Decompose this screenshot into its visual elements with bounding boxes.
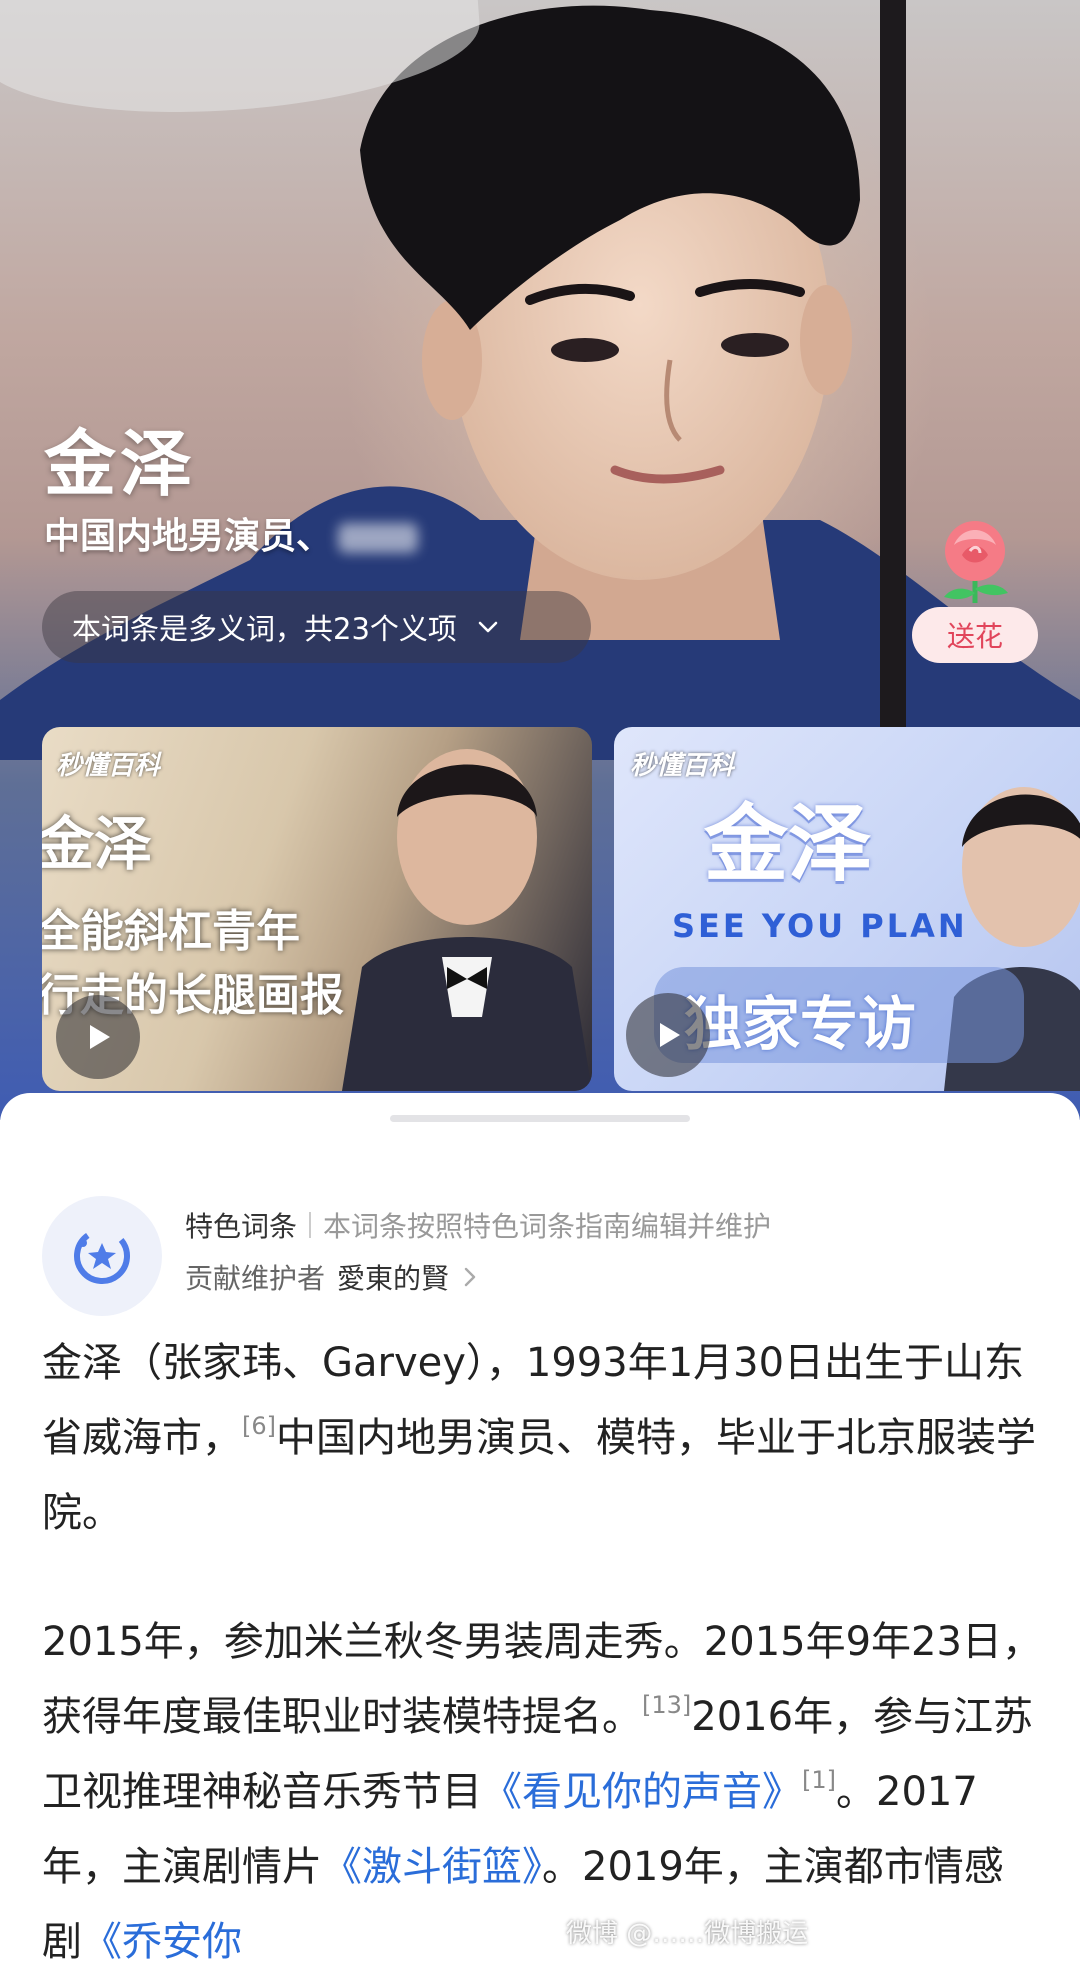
summary-paragraph-2: 2015年，参加米兰秋冬男装周走秀。2015年9年23日，获得年度最佳职业时装模… (42, 1605, 1042, 1969)
polysemy-label: 本词条是多义词，共23个义项 (72, 612, 457, 646)
divider (309, 1212, 312, 1238)
video-1-title: 金泽 (42, 810, 153, 878)
feature-badge (42, 1196, 162, 1316)
umbrella-pole (880, 0, 906, 730)
entry-title: 金泽 (44, 422, 197, 506)
entry-subtitle-text: 中国内地男演员、 (44, 516, 333, 557)
citation[interactable]: [13] (642, 1691, 691, 1719)
summary-paragraph-1: 金泽（张家玮、Garvey），1993年1月30日出生于山东省威海市，[6]中国… (42, 1326, 1042, 1551)
film-link[interactable]: 《激斗街篮》 (322, 1844, 542, 1890)
maintainer-name: 愛東的賢 (337, 1262, 450, 1295)
feature-description: 本词条按照特色词条指南编辑并维护 (323, 1210, 772, 1243)
video-2-play-button[interactable] (626, 993, 710, 1077)
video-1-brand: 秒懂百科 (56, 751, 161, 781)
feature-label: 特色词条 (185, 1210, 298, 1243)
drama-link[interactable]: 《乔安你 (82, 1919, 242, 1965)
hero-banner: 金泽 中国内地男演员、 本词条是多义词，共23个义项 送花 秒懂百科 金泽 全能… (0, 0, 1080, 1120)
video-1-thumbnail-person (342, 749, 592, 1091)
chevron-right-icon (464, 1267, 476, 1287)
send-flower-button[interactable]: 送花 (912, 607, 1038, 663)
polysemy-selector[interactable]: 本词条是多义词，共23个义项 (42, 591, 591, 663)
play-icon (90, 1025, 110, 1049)
video-card-1[interactable]: 秒懂百科 金泽 全能斜杠青年 行走的长腿画报 (42, 727, 592, 1091)
drag-handle[interactable] (390, 1115, 690, 1122)
video-1-play-button[interactable] (56, 995, 140, 1079)
video-card-2[interactable]: 秒懂百科 金泽 SEE YOU PLAN 独家专访 (614, 727, 1080, 1091)
citation[interactable]: [6] (242, 1412, 276, 1440)
video-2-english: SEE YOU PLAN (672, 907, 968, 945)
citation[interactable]: [1] (802, 1766, 836, 1794)
send-flower-widget[interactable]: 送花 (912, 515, 1038, 665)
feature-star-icon (74, 1228, 130, 1284)
blurred-text (338, 523, 419, 553)
video-2-subtitle: 独家专访 (684, 990, 917, 1058)
content-sheet: 特色词条 本词条按照特色词条指南编辑并维护 贡献维护者 愛東的賢 金泽（张家玮、… (0, 1093, 1080, 1969)
rose-icon (944, 521, 1008, 603)
feature-info: 特色词条 本词条按照特色词条指南编辑并维护 (185, 1205, 771, 1245)
video-2-title: 金泽 (704, 795, 873, 893)
video-1-line2: 全能斜杠青年 (42, 906, 300, 957)
show-link[interactable]: 《看见你的声音》 (482, 1769, 802, 1815)
watermark: 微博 @……微博搬运 (566, 1919, 809, 1949)
maintainer-label: 贡献维护者 (185, 1262, 326, 1295)
entry-subtitle: 中国内地男演员、 (44, 507, 419, 559)
play-icon (660, 1023, 680, 1047)
maintainer-link[interactable]: 贡献维护者 愛東的賢 (185, 1257, 479, 1297)
chevron-down-icon (478, 621, 498, 633)
